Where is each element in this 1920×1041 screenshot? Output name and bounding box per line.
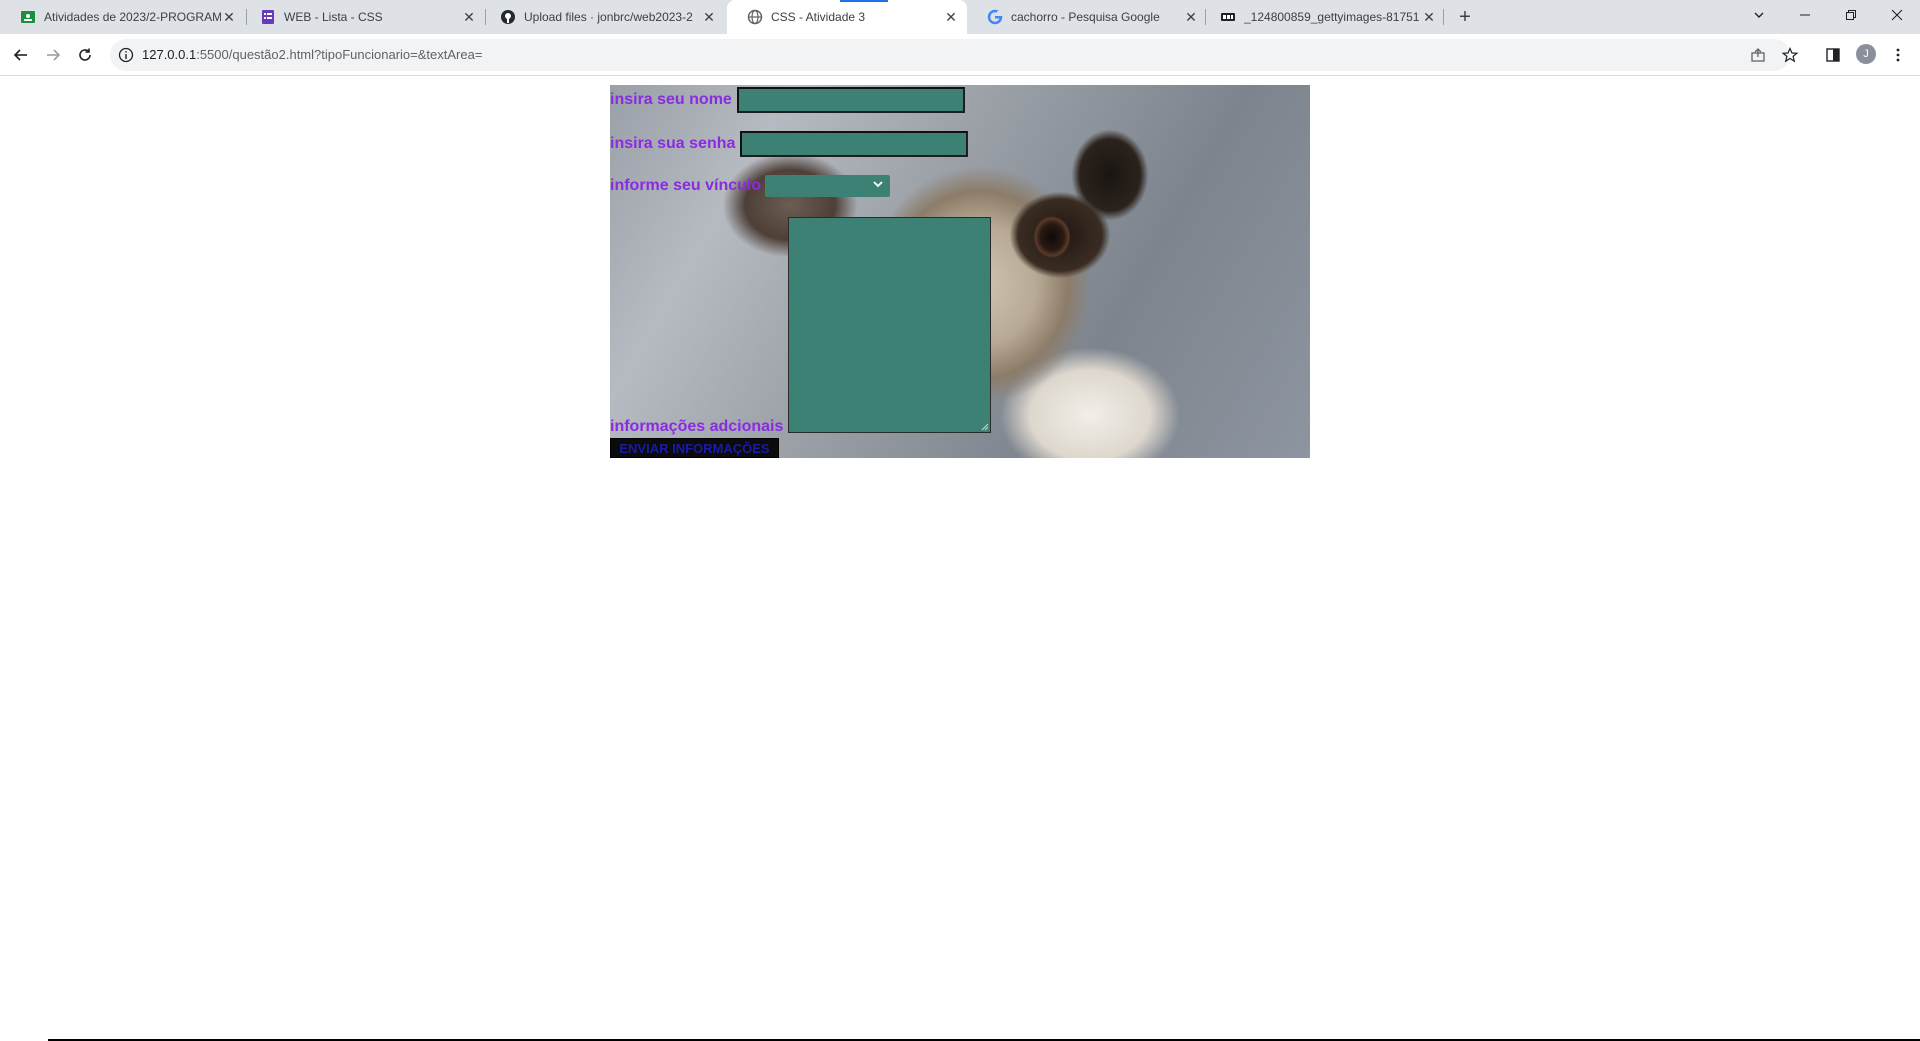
- reload-icon: [79, 48, 91, 61]
- name-row: insira seu nome: [610, 87, 965, 113]
- share-icon[interactable]: [1750, 47, 1766, 63]
- close-icon[interactable]: ✕: [1183, 9, 1199, 25]
- tab-title: Atividades de 2023/2-PROGRAM: [44, 10, 221, 24]
- role-select[interactable]: [765, 175, 891, 197]
- active-tab-indicator: [840, 0, 888, 2]
- url-text[interactable]: 127.0.0.1:5500/questão2.html?tipoFuncion…: [142, 47, 482, 62]
- github-icon: [500, 9, 516, 25]
- tab-upload-files[interactable]: Upload files · jonbrc/web2023-2 ✕: [480, 0, 725, 34]
- role-label: informe seu vínculo: [610, 177, 762, 194]
- resize-grip-icon[interactable]: [981, 423, 989, 431]
- tab-title: CSS - Atividade 3: [771, 10, 866, 24]
- tab-search-button[interactable]: [1736, 0, 1782, 30]
- tab-strip: Atividades de 2023/2-PROGRAM ✕ WEB - Lis…: [0, 0, 1920, 34]
- tab-atividades[interactable]: Atividades de 2023/2-PROGRAM ✕: [0, 0, 245, 34]
- info-label: informações adcionais: [610, 418, 784, 435]
- new-tab-button[interactable]: +: [1455, 7, 1475, 27]
- forms-icon: [260, 9, 276, 25]
- arrow-right-icon: [47, 49, 61, 61]
- bookmark-star-icon[interactable]: [1781, 47, 1799, 63]
- tab-separator: [1443, 9, 1444, 25]
- reload-button[interactable]: [73, 43, 97, 67]
- more-vert-icon[interactable]: [1890, 47, 1906, 63]
- close-icon[interactable]: ✕: [1421, 9, 1437, 25]
- password-label: insira sua senha: [610, 135, 736, 152]
- info-icon[interactable]: [118, 47, 134, 63]
- close-window-button[interactable]: [1874, 0, 1920, 30]
- role-row: informe seu vínculo: [610, 175, 891, 197]
- chevron-down-icon: [1754, 12, 1764, 18]
- globe-icon: [747, 9, 763, 25]
- password-input[interactable]: [740, 131, 969, 157]
- close-icon[interactable]: ✕: [701, 9, 717, 25]
- url-path: :5500/questão2.html?tipoFuncionario=&tex…: [196, 47, 483, 62]
- minimize-icon: [1800, 14, 1810, 16]
- avatar[interactable]: J: [1856, 44, 1876, 64]
- chevron-down-icon: [873, 181, 883, 188]
- tab-cachorro-pesquisa[interactable]: cachorro - Pesquisa Google ✕: [967, 0, 1207, 34]
- tab-title: cachorro - Pesquisa Google: [1011, 10, 1160, 24]
- arrow-left-icon: [13, 49, 27, 61]
- page-viewport: insira seu nome insira sua senha informe…: [0, 77, 1920, 1041]
- browser-toolbar: 127.0.0.1:5500/questão2.html?tipoFuncion…: [0, 34, 1920, 76]
- address-bar[interactable]: 127.0.0.1:5500/questão2.html?tipoFuncion…: [110, 39, 1799, 71]
- url-host: 127.0.0.1: [142, 47, 197, 62]
- tab-title: _124800859_gettyimages-81751: [1244, 10, 1420, 24]
- restore-button[interactable]: [1828, 0, 1874, 30]
- name-input[interactable]: [736, 87, 965, 113]
- info-textarea[interactable]: [788, 217, 991, 433]
- close-icon[interactable]: ✕: [221, 9, 237, 25]
- minimize-button[interactable]: [1782, 0, 1828, 30]
- google-icon: [987, 9, 1003, 25]
- back-button[interactable]: [9, 43, 33, 67]
- tab-title: WEB - Lista - CSS: [284, 10, 383, 24]
- classroom-icon: [20, 9, 36, 25]
- restore-icon: [1846, 10, 1856, 20]
- close-icon[interactable]: ✕: [943, 9, 959, 25]
- name-label: insira seu nome: [610, 91, 732, 108]
- tab-title: Upload files · jonbrc/web2023-2: [524, 10, 693, 24]
- submit-button[interactable]: ENVIAR INFORMAÇÕES: [610, 438, 779, 458]
- tab-css-atividade[interactable]: CSS - Atividade 3 ✕: [727, 0, 967, 34]
- tab-web-lista[interactable]: WEB - Lista - CSS ✕: [240, 0, 485, 34]
- forward-button[interactable]: [41, 43, 65, 67]
- tab-gettyimages[interactable]: _124800859_gettyimages-81751 ✕: [1200, 0, 1445, 34]
- close-icon: [1891, 9, 1903, 21]
- form-background-image: insira seu nome insira sua senha informe…: [610, 85, 1310, 458]
- image-icon: [1220, 9, 1236, 25]
- side-panel-icon[interactable]: [1825, 47, 1841, 63]
- close-icon[interactable]: ✕: [461, 9, 477, 25]
- password-row: insira sua senha: [610, 131, 969, 157]
